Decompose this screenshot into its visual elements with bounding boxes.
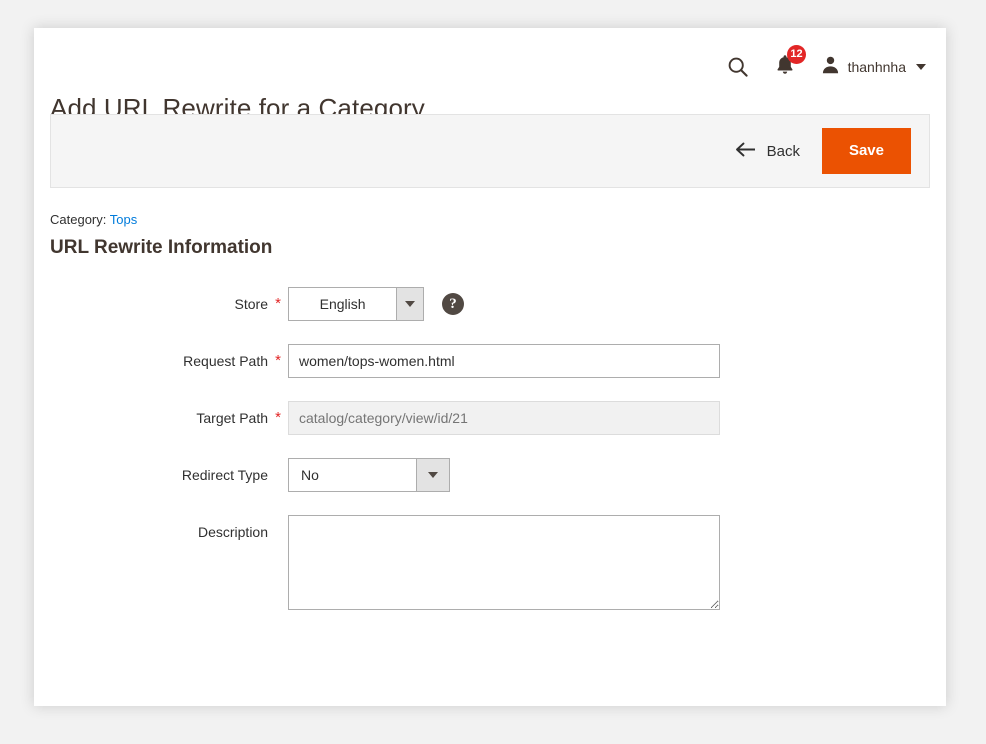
description-textarea[interactable] bbox=[288, 515, 720, 610]
search-icon bbox=[727, 56, 749, 78]
store-control: English ? bbox=[288, 287, 464, 321]
user-menu[interactable]: thanhnha bbox=[811, 55, 930, 79]
request-path-label: Request Path bbox=[183, 353, 268, 369]
store-label: Store bbox=[234, 296, 268, 312]
redirect-type-select-arrow-icon[interactable] bbox=[416, 459, 449, 491]
back-button-label: Back bbox=[766, 142, 800, 160]
request-path-input[interactable] bbox=[288, 344, 720, 378]
page-actions-toolbar: Back Save bbox=[50, 114, 930, 188]
page-header: Add URL Rewrite for a Category 12 thanhn… bbox=[34, 28, 946, 123]
section-title: URL Rewrite Information bbox=[50, 237, 273, 258]
breadcrumb-category-link[interactable]: Tops bbox=[110, 212, 137, 227]
notifications-button[interactable]: 12 bbox=[763, 45, 811, 84]
arrow-left-icon bbox=[735, 142, 756, 161]
user-avatar-icon bbox=[821, 55, 840, 79]
header-actions: 12 thanhnha bbox=[713, 45, 930, 84]
form-row-store: Store * English ? bbox=[50, 287, 930, 321]
store-required-mark: * bbox=[275, 295, 281, 312]
save-button[interactable]: Save bbox=[821, 128, 911, 174]
search-button[interactable] bbox=[713, 50, 763, 84]
target-path-input bbox=[288, 401, 720, 435]
page-card: Add URL Rewrite for a Category 12 thanhn… bbox=[34, 28, 946, 706]
notification-count-badge: 12 bbox=[787, 45, 806, 64]
store-select-value: English bbox=[319, 296, 366, 312]
help-icon[interactable]: ? bbox=[442, 293, 464, 315]
back-button[interactable]: Back bbox=[731, 136, 804, 167]
redirect-type-select[interactable]: No bbox=[288, 458, 450, 492]
breadcrumb: Category: Tops bbox=[50, 212, 930, 227]
redirect-type-label: Redirect Type bbox=[181, 467, 268, 483]
user-name: thanhnha bbox=[847, 59, 906, 75]
chevron-down-icon bbox=[916, 64, 926, 70]
target-path-label: Target Path bbox=[196, 410, 268, 426]
description-control bbox=[288, 515, 720, 610]
store-select[interactable]: English bbox=[288, 287, 424, 321]
form-row-request-path: Request Path * bbox=[50, 344, 930, 378]
description-required-mark bbox=[268, 515, 288, 524]
redirect-type-required-mark bbox=[268, 458, 288, 467]
target-path-control bbox=[288, 401, 720, 435]
request-path-required-mark: * bbox=[275, 352, 281, 369]
form-row-description: Description bbox=[50, 515, 930, 610]
redirect-type-select-value: No bbox=[301, 467, 319, 483]
page-content: Category: Tops URL Rewrite Information S… bbox=[34, 188, 946, 610]
form-row-target-path: Target Path * bbox=[50, 401, 930, 435]
breadcrumb-prefix: Category: bbox=[50, 212, 107, 227]
redirect-type-control: No bbox=[288, 458, 450, 492]
target-path-required-mark: * bbox=[275, 409, 281, 426]
store-select-arrow-icon[interactable] bbox=[396, 288, 423, 320]
form-row-redirect-type: Redirect Type No bbox=[50, 458, 930, 492]
description-label: Description bbox=[197, 524, 268, 540]
request-path-control bbox=[288, 344, 720, 378]
